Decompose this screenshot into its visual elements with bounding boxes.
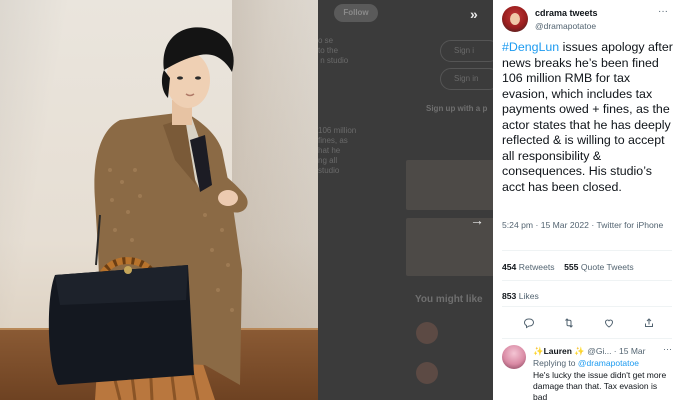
likes-stat[interactable]: 853 Likes: [502, 291, 539, 301]
tweet-client: Twitter for iPhone: [596, 220, 664, 230]
quote-tweets-stat[interactable]: 555 Quote Tweets: [564, 262, 634, 272]
author-avatar[interactable]: [502, 6, 528, 32]
tweet-actions: [502, 313, 672, 333]
divider: [502, 338, 672, 339]
like-icon[interactable]: [599, 313, 619, 333]
tweet-text: #DengLun issues apology after news break…: [502, 40, 678, 195]
background-snippet-1: o se to the n studio: [318, 36, 349, 65]
background-snippet-2: 106 million fines, as hat he ng all stud…: [318, 126, 357, 175]
divider: [502, 306, 672, 307]
person-illustration: [48, 27, 248, 400]
dimmed-background-page: Follow » o se to the n studio Sign i Sig…: [318, 0, 493, 400]
reply-author-avatar[interactable]: [502, 345, 526, 369]
retweets-stat[interactable]: 454 Retweets: [502, 262, 555, 272]
background-card-image: [406, 160, 493, 210]
more-options-icon[interactable]: ···: [658, 6, 668, 17]
reply-text: He's lucky the issue didn't get more dam…: [533, 370, 667, 400]
reply-author[interactable]: ✨Lauren ✨ @Gi... · 15 Mar: [533, 346, 645, 357]
reply-more-options-icon[interactable]: ···: [663, 344, 672, 354]
divider: [502, 280, 672, 281]
replying-to-handle[interactable]: @dramapotatoe: [578, 358, 639, 368]
suggested-avatar-2: [416, 362, 438, 384]
next-arrow-icon[interactable]: →: [470, 212, 484, 228]
share-icon[interactable]: [639, 313, 659, 333]
tweet-body: issues apology after news breaks he’s be…: [502, 40, 673, 194]
author-name[interactable]: cdrama tweets: [535, 8, 598, 18]
tweet-panel: cdrama tweets @dramapotatoe ··· #DengLun…: [493, 0, 681, 400]
hashtag-link[interactable]: #DengLun: [502, 40, 559, 54]
follow-button: Follow: [334, 4, 378, 22]
reply-icon[interactable]: [519, 313, 539, 333]
author-handle[interactable]: @dramapotatoe: [535, 21, 596, 31]
tweet-timestamp[interactable]: 5:24 pm · 15 Mar 2022 ·: [502, 220, 596, 230]
suggested-avatar-1: [416, 322, 438, 344]
collapse-icon[interactable]: »: [470, 6, 478, 22]
divider: [502, 250, 672, 251]
tweet-stats: 454 Retweets 555 Quote Tweets: [502, 262, 634, 272]
tweet-meta: 5:24 pm · 15 Mar 2022 · Twitter for iPho…: [502, 219, 672, 231]
apple-signin-label: Sign in: [454, 74, 479, 83]
replying-to: Replying to @dramapotatoe: [533, 358, 639, 368]
signup-heading: Sign up with a p: [426, 104, 488, 113]
retweet-icon[interactable]: [559, 313, 579, 333]
google-signin-label: Sign i: [454, 46, 475, 55]
media-photo: [0, 0, 318, 400]
you-might-like-heading: You might like: [415, 294, 483, 305]
